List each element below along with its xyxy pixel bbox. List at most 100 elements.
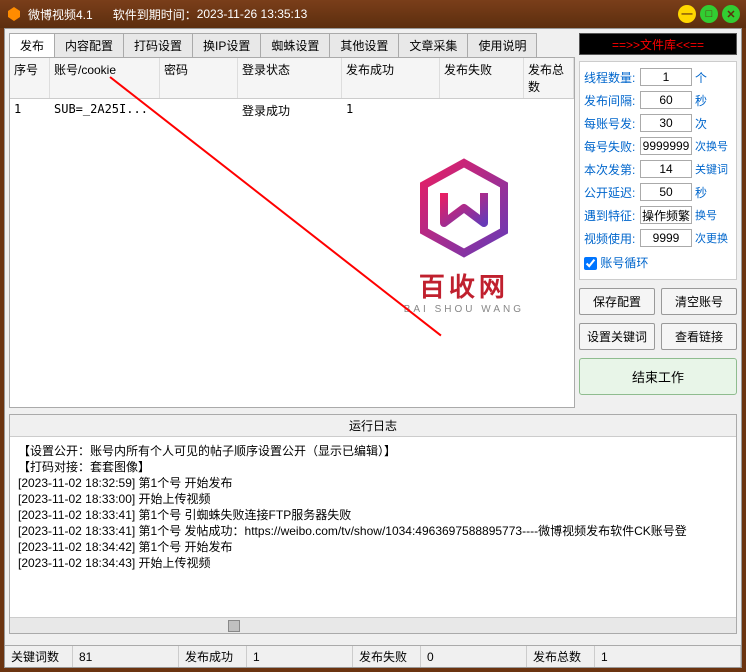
cell-succ: 1 xyxy=(342,99,440,122)
set-keywords-button[interactable]: 设置关键词 xyxy=(579,323,655,350)
tab-help[interactable]: 使用说明 xyxy=(467,33,537,57)
file-library-button[interactable]: ==>>文件库<<== xyxy=(579,33,737,55)
table-header: 序号 账号/cookie 密码 登录状态 发布成功 发布失败 发布总数 xyxy=(10,58,574,99)
per-account-unit: 次 xyxy=(695,115,707,132)
interval-unit: 秒 xyxy=(695,92,707,109)
setting-special: 遇到特征: 换号 xyxy=(584,206,732,224)
setting-fail-limit: 每号失败: 次换号 xyxy=(584,137,732,155)
log-line: [2023-11-02 18:33:41] 第1个号 发帖成功：https://… xyxy=(18,523,728,539)
tab-article[interactable]: 文章采集 xyxy=(398,33,468,57)
log-line: 【打码对接：套套图像】 xyxy=(18,459,728,475)
log-textarea[interactable]: 【设置公开：账号内所有个人可见的帖子顺序设置公开（显示已编辑）】 【打码对接：套… xyxy=(10,437,736,617)
cell-total xyxy=(524,99,574,122)
setting-loop: 账号循环 xyxy=(584,252,732,273)
right-pane: ==>>文件库<<== 线程数量: 个 发布间隔: 秒 每账号发: xyxy=(575,29,741,414)
interval-label: 发布间隔: xyxy=(584,92,640,109)
log-line: 【设置公开：账号内所有个人可见的帖子顺序设置公开（显示已编辑）】 xyxy=(18,443,728,459)
setting-interval: 发布间隔: 秒 xyxy=(584,91,732,109)
fail-limit-label: 每号失败: xyxy=(584,138,640,155)
batch-no-label: 本次发第: xyxy=(584,161,640,178)
end-work-button[interactable]: 结束工作 xyxy=(579,358,737,395)
log-panel: 运行日志 【设置公开：账号内所有个人可见的帖子顺序设置公开（显示已编辑）】 【打… xyxy=(9,414,737,634)
loop-label: 账号循环 xyxy=(600,256,648,270)
setting-public-delay: 公开延迟: 秒 xyxy=(584,183,732,201)
expiry-label: 软件到期时间： xyxy=(113,6,197,23)
main-window: 微博视频4.1 软件到期时间： 2023-11-26 13:35:13 — □ … xyxy=(0,0,746,672)
batch-no-input[interactable] xyxy=(640,160,692,178)
clear-accounts-button[interactable]: 清空账号 xyxy=(661,288,737,315)
client-area: 发布 内容配置 打码设置 换IP设置 蜘蛛设置 其他设置 文章采集 使用说明 序… xyxy=(4,28,742,668)
th-login: 登录状态 xyxy=(238,58,342,98)
special-unit: 换号 xyxy=(695,207,717,223)
logo-hex-icon xyxy=(414,158,514,258)
maximize-button[interactable]: □ xyxy=(700,5,718,23)
th-succ: 发布成功 xyxy=(342,58,440,98)
interval-input[interactable] xyxy=(640,91,692,109)
video-use-label: 视频使用: xyxy=(584,230,640,247)
expiry-value: 2023-11-26 13:35:13 xyxy=(197,7,308,21)
special-input[interactable] xyxy=(640,206,692,224)
threads-label: 线程数量: xyxy=(584,69,640,86)
log-title: 运行日志 xyxy=(10,415,736,437)
status-fail-label: 发布失败 xyxy=(353,646,421,667)
th-account: 账号/cookie xyxy=(50,58,160,98)
log-horizontal-scrollbar[interactable] xyxy=(10,617,736,633)
threads-unit: 个 xyxy=(695,69,707,86)
table-row[interactable]: 1 SUB=_2A25I... 登录成功 1 xyxy=(10,99,574,122)
cell-fail xyxy=(440,99,524,122)
cell-pwd xyxy=(160,99,238,122)
special-label: 遇到特征: xyxy=(584,207,640,224)
view-links-button[interactable]: 查看链接 xyxy=(661,323,737,350)
public-delay-unit: 秒 xyxy=(695,184,707,201)
minimize-button[interactable]: — xyxy=(678,5,696,23)
logo-text-cn: 百收网 xyxy=(404,267,524,304)
setting-per-account: 每账号发: 次 xyxy=(584,114,732,132)
th-fail: 发布失败 xyxy=(440,58,524,98)
public-delay-input[interactable] xyxy=(640,183,692,201)
status-total-value: 1 xyxy=(595,646,741,667)
left-pane: 发布 内容配置 打码设置 换IP设置 蜘蛛设置 其他设置 文章采集 使用说明 序… xyxy=(5,29,575,414)
cell-account: SUB=_2A25I... xyxy=(50,99,160,122)
titlebar: 微博视频4.1 软件到期时间： 2023-11-26 13:35:13 — □ … xyxy=(0,0,746,28)
status-fail-value: 0 xyxy=(421,646,527,667)
close-button[interactable]: ✕ xyxy=(722,5,740,23)
tab-spider[interactable]: 蜘蛛设置 xyxy=(260,33,330,57)
tab-ip[interactable]: 换IP设置 xyxy=(192,33,261,57)
tab-publish[interactable]: 发布 xyxy=(9,33,55,57)
settings-panel: 线程数量: 个 发布间隔: 秒 每账号发: 次 xyxy=(579,61,737,280)
status-bar: 关键词数 81 发布成功 1 发布失败 0 发布总数 1 xyxy=(5,645,741,667)
per-account-input[interactable] xyxy=(640,114,692,132)
watermark-logo: 百收网 BAI SHOU WANG xyxy=(404,158,524,315)
setting-video-use: 视频使用: 次更换 xyxy=(584,229,732,247)
cell-login: 登录成功 xyxy=(238,99,342,122)
tab-captcha[interactable]: 打码设置 xyxy=(123,33,193,57)
log-line: [2023-11-02 18:34:42] 第1个号 开始发布 xyxy=(18,539,728,555)
status-keywords-value: 81 xyxy=(73,646,179,667)
log-line: [2023-11-02 18:34:43] 开始上传视频 xyxy=(18,555,728,571)
th-seq: 序号 xyxy=(10,58,50,98)
logo-text-en: BAI SHOU WANG xyxy=(404,304,524,315)
app-title: 微博视频4.1 xyxy=(28,6,93,23)
video-use-input[interactable] xyxy=(640,229,692,247)
fail-limit-input[interactable] xyxy=(640,137,692,155)
tab-content-config[interactable]: 内容配置 xyxy=(54,33,124,57)
threads-input[interactable] xyxy=(640,68,692,86)
per-account-label: 每账号发: xyxy=(584,115,640,132)
log-line: [2023-11-02 18:33:41] 第1个号 引蜘蛛失败连接FTP服务器… xyxy=(18,507,728,523)
public-delay-label: 公开延迟: xyxy=(584,184,640,201)
account-table: 序号 账号/cookie 密码 登录状态 发布成功 发布失败 发布总数 1 SU… xyxy=(9,58,575,408)
tab-bar: 发布 内容配置 打码设置 换IP设置 蜘蛛设置 其他设置 文章采集 使用说明 xyxy=(9,33,575,58)
status-succ-label: 发布成功 xyxy=(179,646,247,667)
loop-checkbox[interactable] xyxy=(584,257,597,270)
app-icon xyxy=(6,6,22,22)
save-config-button[interactable]: 保存配置 xyxy=(579,288,655,315)
status-succ-value: 1 xyxy=(247,646,353,667)
setting-threads: 线程数量: 个 xyxy=(584,68,732,86)
fail-limit-unit: 次换号 xyxy=(695,138,728,154)
batch-no-unit: 关键词 xyxy=(695,161,728,177)
setting-batch-no: 本次发第: 关键词 xyxy=(584,160,732,178)
th-total: 发布总数 xyxy=(524,58,574,98)
tab-other[interactable]: 其他设置 xyxy=(329,33,399,57)
th-pwd: 密码 xyxy=(160,58,238,98)
scrollbar-thumb[interactable] xyxy=(228,620,240,632)
